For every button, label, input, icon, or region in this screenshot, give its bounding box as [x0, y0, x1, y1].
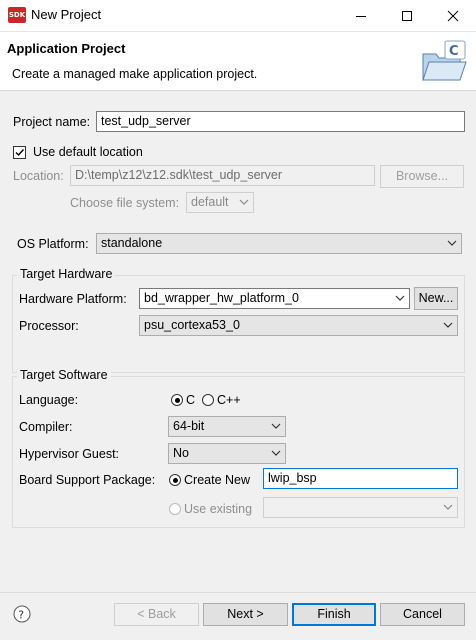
minimize-button[interactable] — [338, 0, 384, 31]
compiler-label: Compiler: — [19, 420, 73, 434]
checkmark-icon — [15, 149, 25, 157]
project-name-label: Project name: — [13, 115, 91, 129]
maximize-icon — [402, 10, 412, 21]
sdk-app-icon: SDK — [8, 7, 26, 23]
close-icon — [447, 10, 459, 21]
window-title: New Project — [31, 7, 102, 22]
processor-select[interactable]: psu_cortexa53_0 — [139, 315, 458, 336]
new-c-project-wizard-icon: C — [420, 40, 470, 87]
back-button[interactable]: < Back — [114, 603, 199, 626]
file-system-label: Choose file system: — [70, 196, 180, 210]
hypervisor-guest-value: No — [173, 446, 189, 460]
bsp-name-input[interactable]: lwip_bsp — [263, 468, 458, 489]
chevron-down-icon — [271, 450, 281, 456]
minimize-icon — [356, 15, 366, 17]
new-hardware-platform-button[interactable]: New... — [414, 287, 458, 310]
finish-button[interactable]: Finish — [292, 603, 376, 626]
chevron-down-icon — [395, 295, 405, 301]
browse-button[interactable]: Browse... — [380, 165, 464, 188]
footer-separator — [0, 592, 476, 593]
chevron-down-icon — [271, 423, 281, 429]
language-label: Language: — [19, 393, 79, 407]
compiler-value: 64-bit — [173, 419, 205, 433]
processor-label: Processor: — [19, 319, 79, 333]
svg-text:?: ? — [18, 609, 24, 622]
wizard-header: Application Project Create a managed mak… — [0, 32, 476, 91]
maximize-button[interactable] — [384, 0, 430, 31]
chevron-down-icon — [443, 504, 453, 510]
file-system-select[interactable]: default — [186, 192, 254, 213]
language-cpp-label: C++ — [217, 393, 241, 407]
page-title: Application Project — [7, 41, 126, 56]
bsp-create-new-label: Create New — [184, 473, 250, 487]
hardware-platform-value: bd_wrapper_hw_platform_0 — [144, 291, 299, 305]
bsp-use-existing-radio[interactable] — [169, 503, 181, 515]
bsp-existing-select[interactable] — [263, 497, 458, 518]
chevron-down-icon — [443, 322, 453, 328]
target-software-title: Target Software — [17, 368, 111, 382]
chevron-down-icon — [239, 199, 249, 205]
hardware-platform-select[interactable]: bd_wrapper_hw_platform_0 — [139, 288, 410, 309]
os-platform-label: OS Platform: — [17, 237, 89, 251]
processor-value: psu_cortexa53_0 — [144, 318, 240, 332]
language-cpp-radio[interactable] — [202, 394, 214, 406]
os-platform-value: standalone — [101, 236, 163, 250]
bsp-label: Board Support Package: — [19, 473, 156, 487]
bsp-create-new-radio[interactable] — [169, 474, 181, 486]
file-system-value: default — [191, 195, 229, 209]
next-button[interactable]: Next > — [203, 603, 288, 626]
project-name-input[interactable]: test_udp_server — [96, 111, 465, 132]
location-input[interactable]: D:\temp\z12\z12.sdk\test_udp_server — [70, 165, 375, 186]
hypervisor-guest-label: Hypervisor Guest: — [19, 447, 120, 461]
help-icon[interactable]: ? — [13, 605, 31, 623]
bsp-use-existing-label: Use existing — [184, 502, 253, 516]
hypervisor-guest-select[interactable]: No — [168, 443, 286, 464]
location-label: Location: — [13, 169, 64, 183]
title-bar: SDK New Project — [0, 0, 476, 32]
cancel-button[interactable]: Cancel — [380, 603, 465, 626]
use-default-location-label: Use default location — [33, 145, 143, 159]
hardware-platform-label: Hardware Platform: — [19, 292, 127, 306]
target-hardware-title: Target Hardware — [17, 267, 116, 281]
page-description: Create a managed make application projec… — [12, 67, 258, 81]
close-button[interactable] — [430, 0, 476, 31]
svg-text:C: C — [449, 44, 459, 59]
language-c-label: C — [186, 393, 196, 407]
chevron-down-icon — [447, 240, 457, 246]
language-c-radio[interactable] — [171, 394, 183, 406]
os-platform-select[interactable]: standalone — [96, 233, 462, 254]
compiler-select[interactable]: 64-bit — [168, 416, 286, 437]
use-default-location-checkbox[interactable] — [13, 146, 26, 159]
